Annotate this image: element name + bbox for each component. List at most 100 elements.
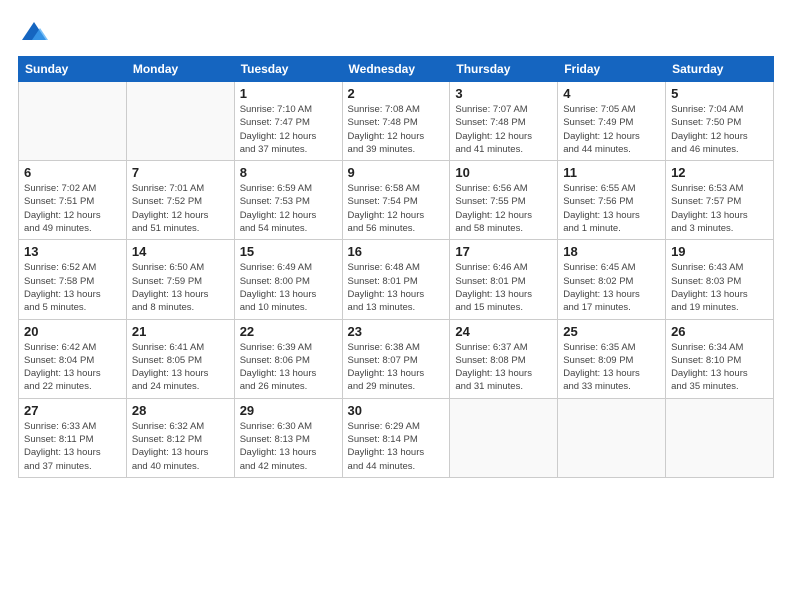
calendar-cell: 21Sunrise: 6:41 AM Sunset: 8:05 PM Dayli… [126, 319, 234, 398]
day-info: Sunrise: 6:55 AM Sunset: 7:56 PM Dayligh… [563, 182, 660, 235]
calendar-week-row: 6 Sunrise: 7:02 AM Sunset: 7:51 PM Daylig… [19, 161, 774, 240]
calendar-week-row: 1 Sunrise: 7:10 AM Sunset: 7:47 PM Daylig… [19, 82, 774, 161]
day-info: Sunrise: 6:38 AM Sunset: 8:07 PM Dayligh… [348, 341, 445, 394]
day-info: Sunrise: 6:46 AM Sunset: 8:01 PM Dayligh… [455, 261, 552, 314]
day-number: 22 [240, 324, 337, 339]
calendar-cell: 30 Sunrise: 6:29 AM Sunset: 8:14 PM Dayli… [342, 398, 450, 477]
calendar-cell: 7 Sunrise: 7:01 AM Sunset: 7:52 PM Daylig… [126, 161, 234, 240]
day-info: Sunrise: 6:43 AM Sunset: 8:03 PM Dayligh… [671, 261, 768, 314]
calendar-cell: 3 Sunrise: 7:07 AM Sunset: 7:48 PM Daylig… [450, 82, 558, 161]
day-info: Sunrise: 7:01 AM Sunset: 7:52 PM Dayligh… [132, 182, 229, 235]
day-number: 7 [132, 165, 229, 180]
calendar-cell: 8 Sunrise: 6:59 AM Sunset: 7:53 PM Daylig… [234, 161, 342, 240]
weekday-header-wednesday: Wednesday [342, 57, 450, 82]
calendar-cell: 29 Sunrise: 6:30 AM Sunset: 8:13 PM Dayli… [234, 398, 342, 477]
day-number: 13 [24, 244, 121, 259]
calendar-cell [666, 398, 774, 477]
calendar-week-row: 13 Sunrise: 6:52 AM Sunset: 7:58 PM Dayli… [19, 240, 774, 319]
day-info: Sunrise: 6:33 AM Sunset: 8:11 PM Dayligh… [24, 420, 121, 473]
weekday-header-friday: Friday [558, 57, 666, 82]
day-info: Sunrise: 6:59 AM Sunset: 7:53 PM Dayligh… [240, 182, 337, 235]
calendar-cell [450, 398, 558, 477]
day-info: Sunrise: 6:52 AM Sunset: 7:58 PM Dayligh… [24, 261, 121, 314]
calendar-cell: 14 Sunrise: 6:50 AM Sunset: 7:59 PM Dayli… [126, 240, 234, 319]
calendar-cell: 17 Sunrise: 6:46 AM Sunset: 8:01 PM Dayli… [450, 240, 558, 319]
day-number: 23 [348, 324, 445, 339]
calendar-cell: 15 Sunrise: 6:49 AM Sunset: 8:00 PM Dayli… [234, 240, 342, 319]
day-number: 4 [563, 86, 660, 101]
day-info: Sunrise: 6:58 AM Sunset: 7:54 PM Dayligh… [348, 182, 445, 235]
day-info: Sunrise: 7:05 AM Sunset: 7:49 PM Dayligh… [563, 103, 660, 156]
day-info: Sunrise: 6:41 AM Sunset: 8:05 PM Dayligh… [132, 341, 229, 394]
calendar-cell: 16Sunrise: 6:48 AM Sunset: 8:01 PM Dayli… [342, 240, 450, 319]
day-info: Sunrise: 6:50 AM Sunset: 7:59 PM Dayligh… [132, 261, 229, 314]
calendar-cell: 19 Sunrise: 6:43 AM Sunset: 8:03 PM Dayli… [666, 240, 774, 319]
day-info: Sunrise: 6:32 AM Sunset: 8:12 PM Dayligh… [132, 420, 229, 473]
calendar-cell [19, 82, 127, 161]
day-number: 19 [671, 244, 768, 259]
calendar-cell: 25Sunrise: 6:35 AM Sunset: 8:09 PM Dayli… [558, 319, 666, 398]
day-number: 24 [455, 324, 552, 339]
logo-icon [20, 18, 48, 46]
day-number: 30 [348, 403, 445, 418]
calendar-cell: 23 Sunrise: 6:38 AM Sunset: 8:07 PM Dayli… [342, 319, 450, 398]
logo [18, 18, 48, 46]
day-info: Sunrise: 6:37 AM Sunset: 8:08 PM Dayligh… [455, 341, 552, 394]
day-number: 20 [24, 324, 121, 339]
day-number: 6 [24, 165, 121, 180]
day-number: 29 [240, 403, 337, 418]
day-number: 26 [671, 324, 768, 339]
calendar-cell: 12Sunrise: 6:53 AM Sunset: 7:57 PM Dayli… [666, 161, 774, 240]
calendar-cell: 24 Sunrise: 6:37 AM Sunset: 8:08 PM Dayli… [450, 319, 558, 398]
calendar-cell: 22 Sunrise: 6:39 AM Sunset: 8:06 PM Dayli… [234, 319, 342, 398]
day-info: Sunrise: 6:29 AM Sunset: 8:14 PM Dayligh… [348, 420, 445, 473]
calendar-cell: 18Sunrise: 6:45 AM Sunset: 8:02 PM Dayli… [558, 240, 666, 319]
day-number: 27 [24, 403, 121, 418]
day-info: Sunrise: 6:39 AM Sunset: 8:06 PM Dayligh… [240, 341, 337, 394]
day-number: 2 [348, 86, 445, 101]
calendar-week-row: 20 Sunrise: 6:42 AM Sunset: 8:04 PM Dayli… [19, 319, 774, 398]
day-number: 9 [348, 165, 445, 180]
day-number: 5 [671, 86, 768, 101]
day-info: Sunrise: 7:08 AM Sunset: 7:48 PM Dayligh… [348, 103, 445, 156]
calendar-cell: 2 Sunrise: 7:08 AM Sunset: 7:48 PM Daylig… [342, 82, 450, 161]
day-number: 10 [455, 165, 552, 180]
day-info: Sunrise: 6:30 AM Sunset: 8:13 PM Dayligh… [240, 420, 337, 473]
day-info: Sunrise: 7:07 AM Sunset: 7:48 PM Dayligh… [455, 103, 552, 156]
calendar-cell: 5 Sunrise: 7:04 AM Sunset: 7:50 PM Daylig… [666, 82, 774, 161]
calendar-cell: 28 Sunrise: 6:32 AM Sunset: 8:12 PM Dayli… [126, 398, 234, 477]
day-info: Sunrise: 7:02 AM Sunset: 7:51 PM Dayligh… [24, 182, 121, 235]
calendar-cell: 11 Sunrise: 6:55 AM Sunset: 7:56 PM Dayli… [558, 161, 666, 240]
page: SundayMondayTuesdayWednesdayThursdayFrid… [0, 0, 792, 612]
day-info: Sunrise: 6:56 AM Sunset: 7:55 PM Dayligh… [455, 182, 552, 235]
header [18, 18, 774, 46]
calendar-cell: 4 Sunrise: 7:05 AM Sunset: 7:49 PM Daylig… [558, 82, 666, 161]
day-number: 28 [132, 403, 229, 418]
calendar-cell [126, 82, 234, 161]
calendar-cell: 27 Sunrise: 6:33 AM Sunset: 8:11 PM Dayli… [19, 398, 127, 477]
weekday-header-thursday: Thursday [450, 57, 558, 82]
day-info: Sunrise: 6:53 AM Sunset: 7:57 PM Dayligh… [671, 182, 768, 235]
weekday-header-row: SundayMondayTuesdayWednesdayThursdayFrid… [19, 57, 774, 82]
day-number: 3 [455, 86, 552, 101]
day-info: Sunrise: 6:49 AM Sunset: 8:00 PM Dayligh… [240, 261, 337, 314]
day-number: 1 [240, 86, 337, 101]
calendar-cell: 13 Sunrise: 6:52 AM Sunset: 7:58 PM Dayli… [19, 240, 127, 319]
day-number: 25 [563, 324, 660, 339]
weekday-header-monday: Monday [126, 57, 234, 82]
day-number: 14 [132, 244, 229, 259]
day-info: Sunrise: 6:45 AM Sunset: 8:02 PM Dayligh… [563, 261, 660, 314]
day-number: 17 [455, 244, 552, 259]
weekday-header-sunday: Sunday [19, 57, 127, 82]
day-info: Sunrise: 7:10 AM Sunset: 7:47 PM Dayligh… [240, 103, 337, 156]
day-info: Sunrise: 6:42 AM Sunset: 8:04 PM Dayligh… [24, 341, 121, 394]
day-number: 11 [563, 165, 660, 180]
calendar-cell: 9 Sunrise: 6:58 AM Sunset: 7:54 PM Daylig… [342, 161, 450, 240]
calendar-cell: 26 Sunrise: 6:34 AM Sunset: 8:10 PM Dayli… [666, 319, 774, 398]
weekday-header-tuesday: Tuesday [234, 57, 342, 82]
calendar-cell [558, 398, 666, 477]
day-number: 15 [240, 244, 337, 259]
day-number: 8 [240, 165, 337, 180]
day-info: Sunrise: 6:34 AM Sunset: 8:10 PM Dayligh… [671, 341, 768, 394]
day-info: Sunrise: 7:04 AM Sunset: 7:50 PM Dayligh… [671, 103, 768, 156]
